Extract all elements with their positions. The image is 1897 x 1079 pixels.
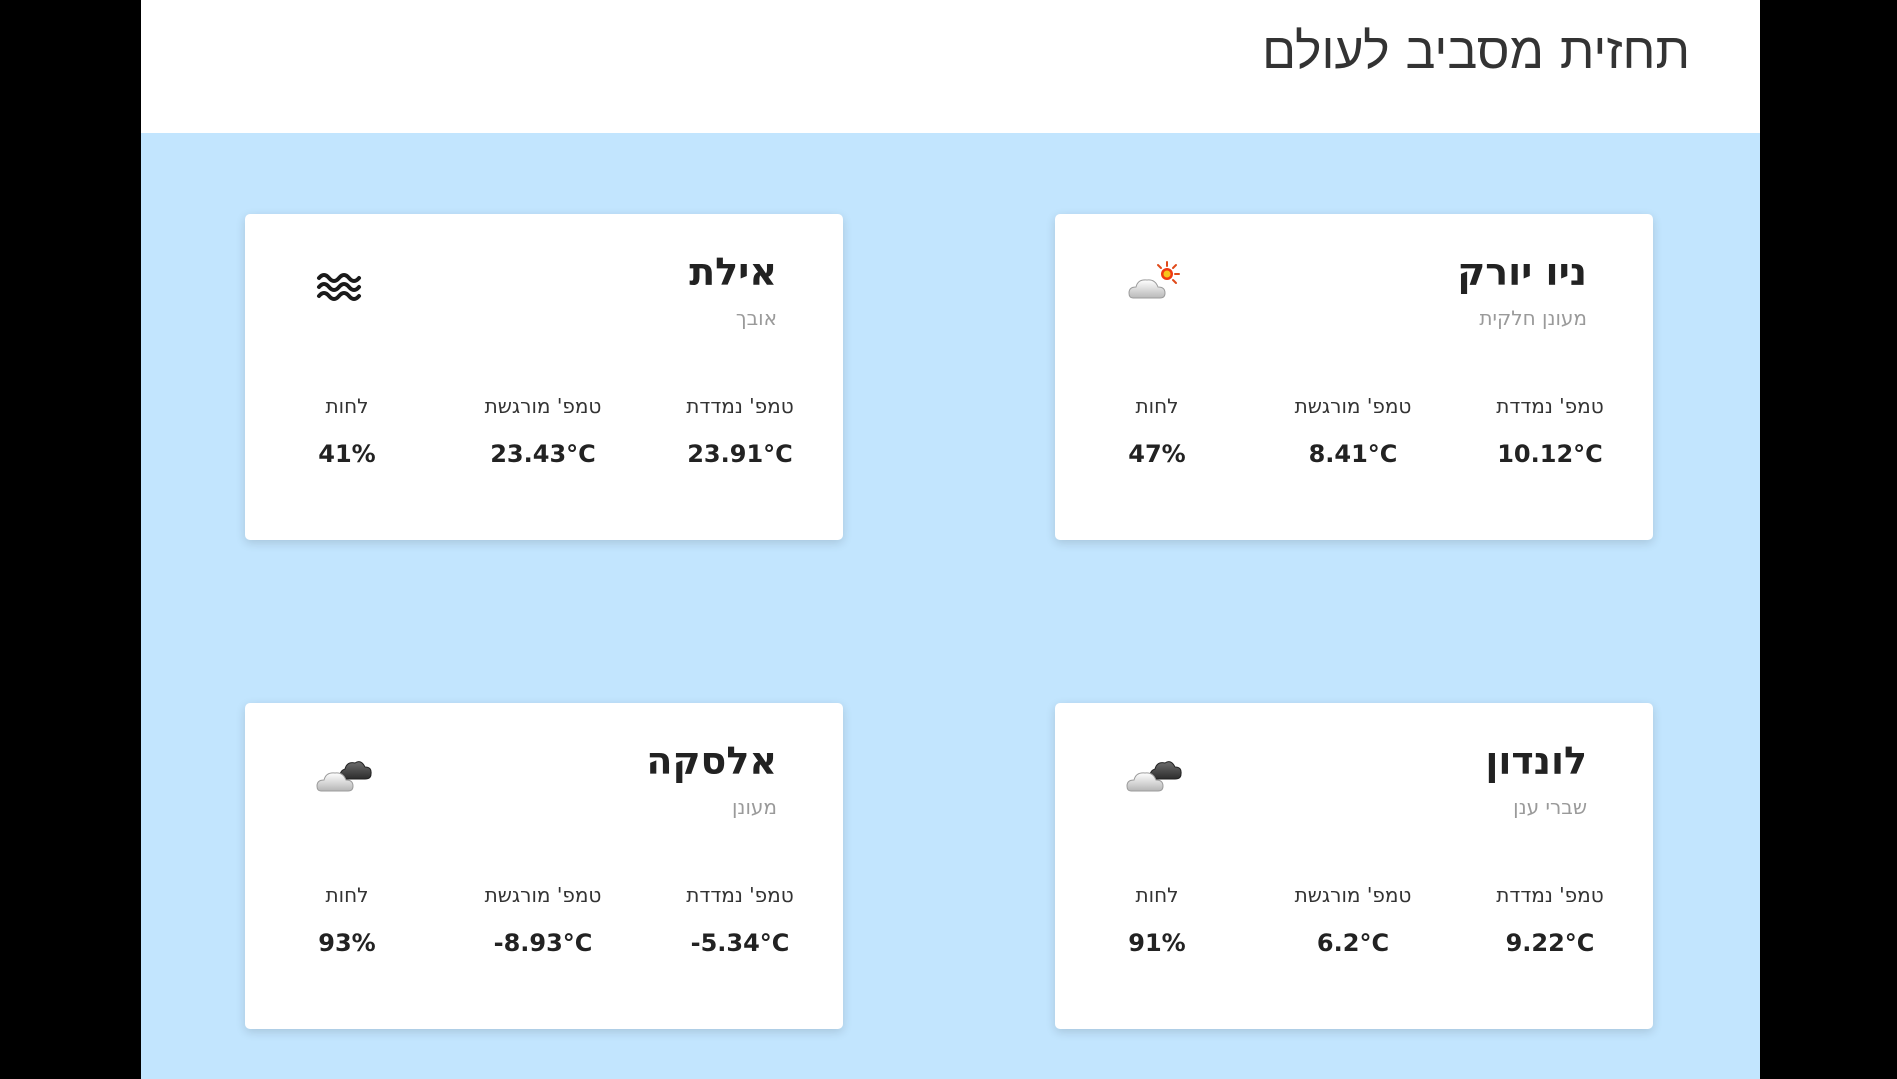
feels-like-temperature: טמפ' מורגשת 23.43°C: [468, 394, 618, 468]
page-title: תחזית מסביב לעולם: [1262, 22, 1690, 80]
measured-temperature: טמפ' נמדדת 9.22°C: [1475, 883, 1625, 957]
header: תחזית מסביב לעולם: [141, 0, 1760, 133]
feels-like-temperature: טמפ' מורגשת 8.41°C: [1278, 394, 1428, 468]
feels-like-value: 8.41°C: [1308, 440, 1398, 468]
measured-temperature-value: 9.22°C: [1505, 929, 1595, 957]
city-name: לונדון: [1485, 739, 1587, 783]
humidity-label: לחות: [325, 394, 369, 418]
weather-card-eilat: אילת אובך טמפ' נמדדת 23.91°C טמפ' מורגשת…: [245, 214, 843, 540]
measured-temperature-label: טמפ' נמדדת: [1496, 883, 1604, 907]
weather-condition: שברי ענן: [1513, 795, 1587, 819]
city-name: ניו יורק: [1457, 250, 1587, 294]
humidity-value: 47%: [1128, 440, 1186, 468]
feels-like-value: 8.93°C-: [493, 929, 593, 957]
measured-temperature: טמפ' נמדדת 5.34°C-: [665, 883, 815, 957]
feels-like-value: 6.2°C: [1316, 929, 1390, 957]
weather-condition: מעונן חלקית: [1479, 306, 1587, 330]
measured-temperature-label: טמפ' נמדדת: [686, 394, 794, 418]
humidity: לחות 47%: [1082, 394, 1232, 468]
weather-card-london: לונדון שברי ענן טמפ' נמדדת 9.22°C טמפ' מ…: [1055, 703, 1653, 1029]
feels-like-label: טמפ' מורגשת: [484, 883, 602, 907]
humidity-label: לחות: [1135, 394, 1179, 418]
feels-like-temperature: טמפ' מורגשת 6.2°C: [1278, 883, 1428, 957]
measured-temperature: טמפ' נמדדת 23.91°C: [665, 394, 815, 468]
measured-temperature-value: 5.34°C-: [690, 929, 790, 957]
city-name: אלסקה: [646, 739, 777, 783]
broken-clouds-icon: [1125, 747, 1185, 797]
humidity-value: 91%: [1128, 929, 1186, 957]
humidity-label: לחות: [325, 883, 369, 907]
weather-card-alaska: אלסקה מעונן טמפ' נמדדת 5.34°C- טמפ' מורג…: [245, 703, 843, 1029]
feels-like-label: טמפ' מורגשת: [1294, 394, 1412, 418]
measured-temperature-value: 23.91°C: [687, 440, 793, 468]
weather-condition: מעונן: [731, 795, 777, 819]
feels-like-label: טמפ' מורגשת: [1294, 883, 1412, 907]
humidity: לחות 93%: [272, 883, 422, 957]
weather-condition: אובך: [735, 306, 777, 330]
overcast-clouds-icon: [315, 747, 375, 797]
feels-like-temperature: טמפ' מורגשת 8.93°C-: [468, 883, 618, 957]
humidity: לחות 91%: [1082, 883, 1232, 957]
page: תחזית מסביב לעולם ניו יורק מעונן חלקית ט…: [141, 0, 1760, 1079]
humidity-value: 93%: [318, 929, 376, 957]
humidity-value: 41%: [318, 440, 376, 468]
measured-temperature-label: טמפ' נמדדת: [1496, 394, 1604, 418]
weather-card-new-york: ניו יורק מעונן חלקית טמפ' נמדדת 10.12°C …: [1055, 214, 1653, 540]
haze-icon: [315, 258, 375, 308]
humidity-label: לחות: [1135, 883, 1179, 907]
feels-like-value: 23.43°C: [490, 440, 596, 468]
measured-temperature-label: טמפ' נמדדת: [686, 883, 794, 907]
feels-like-label: טמפ' מורגשת: [484, 394, 602, 418]
measured-temperature: טמפ' נמדדת 10.12°C: [1475, 394, 1625, 468]
measured-temperature-value: 10.12°C: [1497, 440, 1603, 468]
partly-cloudy-icon: [1125, 258, 1185, 308]
humidity: לחות 41%: [272, 394, 422, 468]
city-name: אילת: [689, 250, 777, 294]
